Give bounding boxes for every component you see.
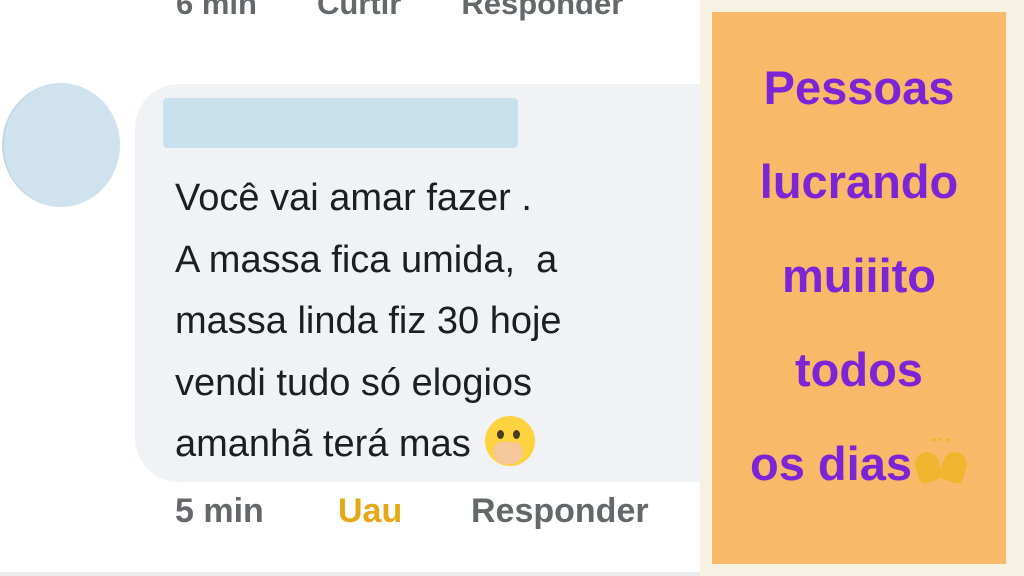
promo-panel: Pessoas lucrando muiiito todos os dias xyxy=(700,0,1024,576)
divider xyxy=(0,572,700,576)
comment-line: vendi tudo só elogios xyxy=(175,361,533,404)
reply-button[interactable]: Responder xyxy=(471,492,649,531)
comment-line: amanhã terá mas xyxy=(175,414,695,476)
promo-line: lucrando xyxy=(759,155,959,208)
comment-time[interactable]: 5 min xyxy=(175,492,264,531)
promo-line: muiiito xyxy=(781,249,937,302)
reaction-button[interactable]: Uau xyxy=(338,492,402,531)
promo-box: Pessoas lucrando muiiito todos os dias xyxy=(712,12,1006,564)
promo-line-last: os dias xyxy=(750,417,968,511)
previous-reply-button[interactable]: Responder xyxy=(461,0,623,26)
comment-line: A massa fica umida, a xyxy=(175,238,558,281)
comment-line-text: amanhã terá mas xyxy=(175,423,471,465)
avatar[interactable] xyxy=(2,83,120,207)
author-name-redacted[interactable] xyxy=(163,98,518,148)
comment-section: 6 min Curtir Responder Você vai amar faz… xyxy=(0,0,700,576)
previous-like-button[interactable]: Curtir xyxy=(317,0,401,26)
previous-comment-actions: 6 min Curtir Responder xyxy=(176,0,623,26)
raising-hands-icon xyxy=(914,438,968,482)
comment-line: Você vai amar fazer . xyxy=(175,177,532,219)
promo-line: Pessoas xyxy=(763,61,955,114)
face-with-hand-over-mouth-icon xyxy=(484,416,535,466)
previous-comment-time: 6 min xyxy=(176,0,257,21)
comment-line: massa linda fiz 30 hoje xyxy=(175,300,562,342)
comment-text: Você vai amar fazer . A massa fica umida… xyxy=(175,168,695,476)
promo-line: todos xyxy=(795,343,923,396)
promo-line-text: os dias xyxy=(750,437,912,490)
